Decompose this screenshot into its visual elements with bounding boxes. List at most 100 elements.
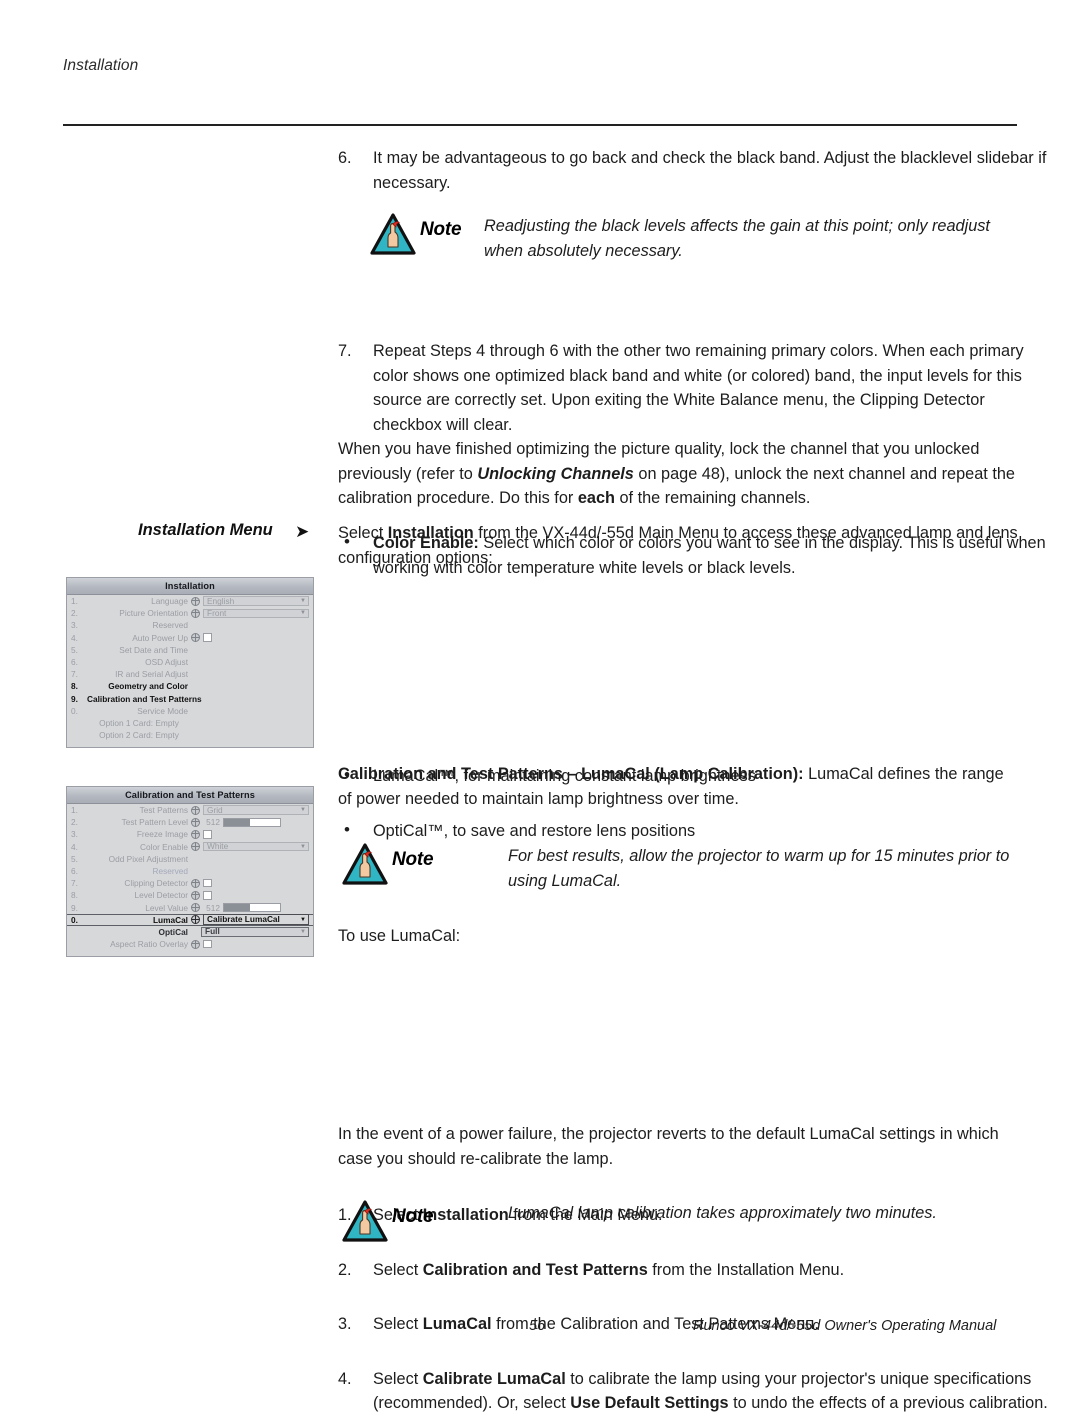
osd-calibration-row-4[interactable]: 5. Odd Pixel Adjustment bbox=[67, 853, 313, 865]
osd-calibration-row-6-control[interactable] bbox=[191, 877, 309, 889]
note-badge-1: Note bbox=[368, 213, 484, 259]
osd-installation-row-2[interactable]: 3. Reserved bbox=[67, 619, 313, 631]
lumacal-step-2-part2: from the Installation Menu. bbox=[647, 1260, 845, 1279]
osd-calibration-row-11-control[interactable] bbox=[191, 938, 309, 950]
osd-calibration-row-9-value: Calibrate LumaCal bbox=[207, 914, 280, 925]
osd-calibration-row-10[interactable]: OptiCal Full ▼ bbox=[67, 926, 313, 938]
osd-calibration-row-0-control[interactable]: Grid ▼ bbox=[191, 804, 309, 816]
osd-calibration-row-7[interactable]: 8. Level Detector bbox=[67, 889, 313, 901]
osd-calibration-row-10-dropdown[interactable]: Full ▼ bbox=[201, 927, 309, 937]
osd-calibration-row-2-checkbox[interactable] bbox=[203, 830, 212, 839]
osd-installation-row-10[interactable]: Option 1 Card: Empty bbox=[67, 717, 313, 729]
osd-calibration-row-1-label: Test Pattern Level bbox=[121, 817, 188, 828]
osd-installation-row-1[interactable]: 2. Picture Orientation Front ▼ bbox=[67, 607, 313, 619]
osd-calibration-row-10-value: Full bbox=[205, 926, 220, 937]
osd-calibration-row-1-control[interactable]: 512 bbox=[191, 816, 309, 828]
osd-calibration-row-0[interactable]: 1. Test Patterns Grid ▼ bbox=[67, 804, 313, 816]
chevron-down-icon: ▼ bbox=[300, 610, 306, 617]
osd-installation-row-10-label: Option 1 Card: Empty bbox=[99, 717, 179, 728]
osd-installation-row-10-control bbox=[191, 717, 309, 729]
note-text-2: For best results, allow the projector to… bbox=[508, 847, 1010, 890]
osd-calibration-row-8-slider[interactable] bbox=[223, 903, 281, 913]
osd-calibration-row-6[interactable]: 7. Clipping Detector bbox=[67, 877, 313, 889]
osd-calibration-row-2[interactable]: 3. Freeze Image bbox=[67, 828, 313, 840]
world-icon bbox=[191, 842, 200, 852]
osd-installation-row-7-label: Geometry and Color bbox=[108, 681, 188, 692]
paragraph-lock-channel: When you have finished optimizing the pi… bbox=[338, 437, 1018, 511]
osd-installation-row-4[interactable]: 5. Set Date and Time bbox=[67, 644, 313, 656]
lumacal-step-4-bold: Calibrate LumaCal bbox=[422, 1369, 566, 1388]
lumacal-step-2-marker: 2. bbox=[338, 1260, 352, 1279]
lumacal-step-4-marker: 4. bbox=[338, 1369, 352, 1388]
osd-installation-row-6[interactable]: 7. IR and Serial Adjust bbox=[67, 668, 313, 680]
lumacal-heading-bold: Calibration and Test Patterns – LumaCal … bbox=[338, 765, 804, 783]
paragraph-power-failure: In the event of a power failure, the pro… bbox=[338, 1125, 999, 1168]
osd-calibration-row-3-label: Color Enable bbox=[140, 841, 188, 852]
world-icon bbox=[191, 890, 200, 900]
osd-calibration-row-2-control[interactable] bbox=[191, 828, 309, 840]
osd-calibration-row-5-index: 6. bbox=[71, 866, 78, 877]
heading-lumacal: Calibration and Test Patterns – LumaCal … bbox=[338, 762, 1018, 811]
osd-calibration-row-3[interactable]: 4. Color Enable White ▼ bbox=[67, 841, 313, 853]
osd-calibration-row-0-index: 1. bbox=[71, 805, 78, 816]
osd-calibration-row-11-checkbox[interactable] bbox=[203, 939, 212, 949]
osd-installation-row-1-value: Front bbox=[207, 607, 227, 618]
osd-calibration-row-0-dropdown[interactable]: Grid ▼ bbox=[203, 805, 309, 815]
osd-calibration-row-3-dropdown[interactable]: White ▼ bbox=[203, 842, 309, 852]
osd-calibration-row-4-control bbox=[191, 853, 309, 865]
osd-installation-row-9-control bbox=[191, 705, 309, 717]
osd-installation-row-1-dropdown[interactable]: Front ▼ bbox=[203, 607, 309, 619]
osd-calibration-row-9-control[interactable]: Calibrate LumaCal ▼ bbox=[191, 914, 309, 926]
osd-calibration-row-7-control[interactable] bbox=[191, 889, 309, 901]
osd-calibration-row-8-control[interactable]: 512 bbox=[191, 902, 309, 914]
osd-installation-row-0-control[interactable]: English ▼ bbox=[191, 595, 309, 607]
osd-calibration-row-11[interactable]: Aspect Ratio Overlay bbox=[67, 938, 313, 950]
osd-calibration-row-10-control[interactable]: Full ▼ bbox=[191, 926, 309, 938]
osd-calibration-row-9-label: LumaCal bbox=[152, 914, 188, 925]
osd-installation-row-9[interactable]: 0. Service Mode bbox=[67, 705, 313, 717]
osd-installation-row-0-dropdown[interactable]: English ▼ bbox=[203, 596, 309, 606]
osd-installation-row-7[interactable]: 8. Geometry and Color bbox=[67, 680, 313, 692]
lock-each: each bbox=[577, 489, 615, 507]
osd-installation-row-11-label: Option 2 Card: Empty bbox=[99, 730, 179, 741]
step-6: 6. It may be advantageous to go back and… bbox=[338, 146, 1053, 195]
chevron-down-icon: ▼ bbox=[300, 916, 306, 923]
osd-calibration-title: Calibration and Test Patterns bbox=[67, 787, 313, 804]
step-7-marker: 7. bbox=[338, 342, 352, 360]
footer-page-number: 56 bbox=[529, 1318, 546, 1334]
bullet-marker: • bbox=[344, 819, 350, 839]
osd-calibration-rows: 1. Test Patterns Grid ▼ 2. Test Pattern Level… bbox=[67, 804, 313, 950]
note-label-1: Note bbox=[420, 219, 462, 240]
osd-calibration-row-6-index: 7. bbox=[71, 878, 78, 889]
osd-installation-row-3-label: Auto Power Up bbox=[132, 632, 188, 643]
osd-calibration-row-9[interactable]: 0. LumaCal Calibrate LumaCal ▼ bbox=[67, 913, 313, 926]
osd-calibration-row-8[interactable]: 9. Level Value 512 bbox=[67, 902, 313, 914]
osd-calibration-row-8-index: 9. bbox=[71, 902, 78, 913]
osd-installation-row-3-control[interactable] bbox=[191, 632, 309, 644]
lumacal-step-2: 2. Select Calibration and Test Patterns … bbox=[338, 1258, 1053, 1283]
osd-calibration-menu[interactable]: Calibration and Test Patterns 1. Test Pat… bbox=[66, 786, 314, 958]
osd-installation-row-8[interactable]: 9. Calibration and Test Patterns bbox=[67, 693, 313, 705]
osd-calibration-row-1-slider[interactable] bbox=[223, 817, 281, 827]
lock-part3: of the remaining channels. bbox=[614, 489, 811, 507]
osd-calibration-row-3-control[interactable]: White ▼ bbox=[191, 841, 309, 853]
osd-calibration-row-7-checkbox[interactable] bbox=[203, 891, 212, 900]
osd-installation-menu[interactable]: Installation 1. Language English ▼ 2. Picture… bbox=[66, 577, 314, 749]
osd-installation-row-0[interactable]: 1. Language English ▼ bbox=[67, 595, 313, 607]
note-icon bbox=[342, 843, 388, 885]
osd-installation-row-5[interactable]: 6. OSD Adjust bbox=[67, 656, 313, 668]
osd-calibration-row-6-checkbox[interactable] bbox=[203, 878, 212, 888]
osd-installation-row-3-checkbox[interactable] bbox=[203, 633, 212, 642]
osd-calibration-row-1[interactable]: 2. Test Pattern Level 512 bbox=[67, 816, 313, 828]
osd-calibration-row-7-label: Level Detector bbox=[134, 890, 189, 901]
osd-calibration-row-5[interactable]: 6. Reserved bbox=[67, 865, 313, 877]
header-rule bbox=[63, 124, 1017, 126]
world-icon bbox=[191, 596, 200, 606]
osd-installation-row-5-control bbox=[191, 656, 309, 668]
osd-installation-row-1-control[interactable]: Front ▼ bbox=[191, 607, 309, 619]
osd-installation-row-3[interactable]: 4. Auto Power Up bbox=[67, 632, 313, 644]
osd-installation-row-11[interactable]: Option 2 Card: Empty bbox=[67, 729, 313, 741]
osd-calibration-row-9-dropdown[interactable]: Calibrate LumaCal ▼ bbox=[203, 914, 309, 926]
osd-calibration-row-4-label: Odd Pixel Adjustment bbox=[108, 853, 188, 864]
osd-installation-row-8-index: 9. bbox=[71, 693, 78, 704]
